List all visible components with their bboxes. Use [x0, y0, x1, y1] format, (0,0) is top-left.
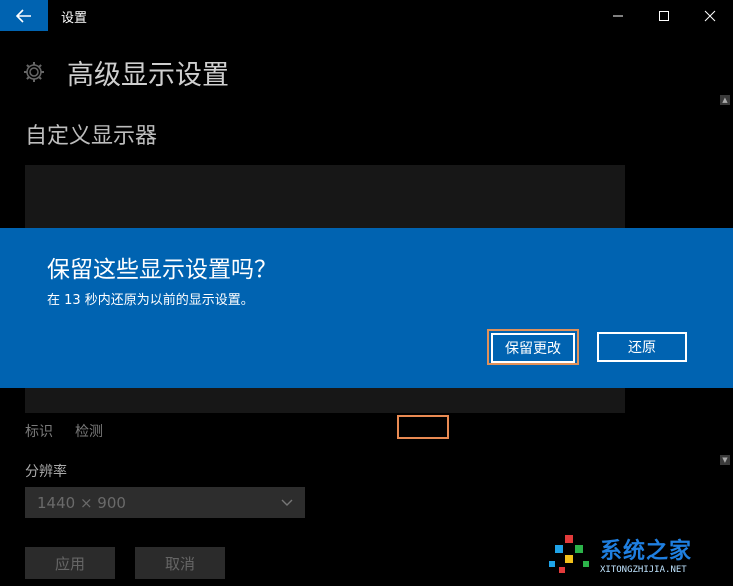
scroll-down-button[interactable]: ▼: [720, 455, 730, 465]
app-title: 设置: [61, 11, 88, 26]
resolution-label: 分辨率: [25, 464, 67, 480]
close-button[interactable]: [687, 0, 733, 31]
detect-link[interactable]: 检测: [75, 421, 103, 441]
page-title: 高级显示设置: [67, 60, 229, 91]
revert-button[interactable]: 还原: [597, 332, 687, 362]
watermark-url: XITONGZHIJIA.NET: [600, 565, 687, 575]
dialog-title: 保留这些显示设置吗？: [47, 257, 277, 283]
chevron-down-icon: [281, 499, 293, 506]
caret-down-icon: ▼: [722, 456, 728, 464]
dialog-message: 在 13 秒内还原为以前的显示设置。: [47, 293, 254, 308]
resolution-value: 1440 × 900: [37, 493, 126, 512]
watermark-logo-icon: [549, 535, 589, 573]
minimize-button[interactable]: [595, 0, 641, 31]
resolution-dropdown[interactable]: 1440 × 900: [25, 487, 305, 518]
watermark-text: 系统之家: [600, 539, 693, 564]
close-icon: [704, 10, 716, 21]
apply-button[interactable]: 应用: [25, 547, 115, 579]
minimize-icon: [613, 15, 623, 16]
scroll-up-button[interactable]: ▲: [720, 95, 730, 105]
cancel-button[interactable]: 取消: [135, 547, 225, 579]
back-button[interactable]: [0, 0, 48, 31]
section-title: 自定义显示器: [25, 124, 158, 149]
arrow-left-icon: [16, 8, 31, 23]
identify-link[interactable]: 标识: [25, 421, 53, 441]
highlight-box: [397, 415, 449, 439]
maximize-icon: [659, 10, 669, 21]
keep-changes-button[interactable]: 保留更改: [491, 333, 575, 363]
caret-up-icon: ▲: [722, 96, 728, 104]
gear-icon: [24, 62, 44, 82]
maximize-button[interactable]: [641, 0, 687, 31]
